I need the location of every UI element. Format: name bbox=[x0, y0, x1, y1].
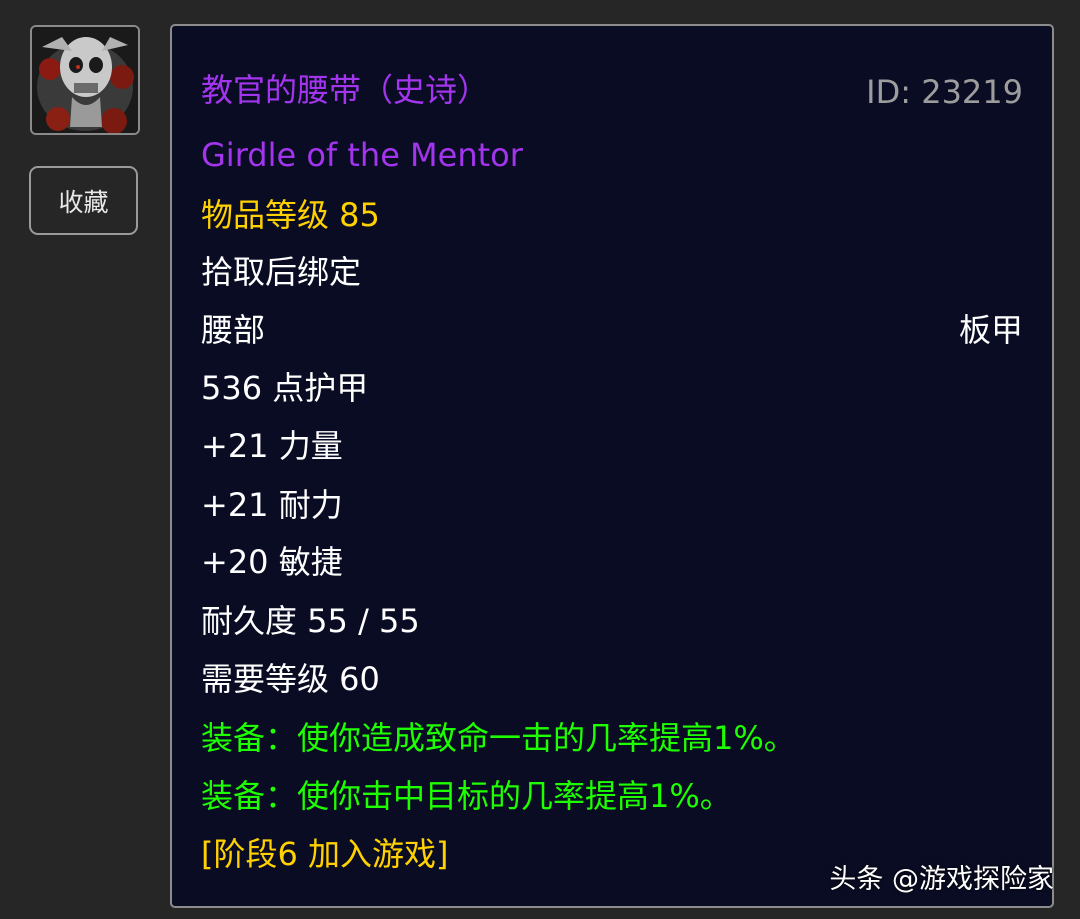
item-name-en: Girdle of the Mentor bbox=[201, 136, 523, 174]
required-level: 需要等级 60 bbox=[201, 660, 380, 698]
equip-effect: 装备：使你造成致命一击的几率提高1%。 bbox=[201, 719, 796, 757]
armor-type-text: 板甲 bbox=[958, 311, 1023, 349]
watermark: 头条 @游戏探险家 bbox=[829, 864, 1054, 895]
skull-armor-icon bbox=[32, 27, 138, 133]
item-icon[interactable] bbox=[30, 25, 140, 135]
stat-stamina: +21 耐力 bbox=[201, 486, 343, 524]
favorite-button-label: 收藏 bbox=[58, 187, 109, 217]
slot-text: 腰部 bbox=[201, 311, 266, 349]
equip-effect: 装备：使你击中目标的几率提高1%。 bbox=[201, 777, 732, 815]
item-tooltip: 教官的腰带（史诗） ID: 23219 Girdle of the Mentor… bbox=[170, 24, 1054, 908]
phase-text: [阶段6 加入游戏] bbox=[201, 835, 449, 873]
item-level: 物品等级 85 bbox=[201, 196, 380, 234]
stat-agility: +20 敏捷 bbox=[201, 543, 343, 581]
item-id: ID: 23219 bbox=[866, 73, 1023, 111]
binding-text: 拾取后绑定 bbox=[201, 253, 362, 291]
armor-value: 536 点护甲 bbox=[201, 369, 369, 407]
favorite-button[interactable]: 收藏 bbox=[29, 166, 138, 235]
stat-strength: +21 力量 bbox=[201, 427, 343, 465]
item-name-cn: 教官的腰带（史诗） bbox=[201, 71, 490, 109]
durability-text: 耐久度 55 / 55 bbox=[201, 602, 420, 640]
